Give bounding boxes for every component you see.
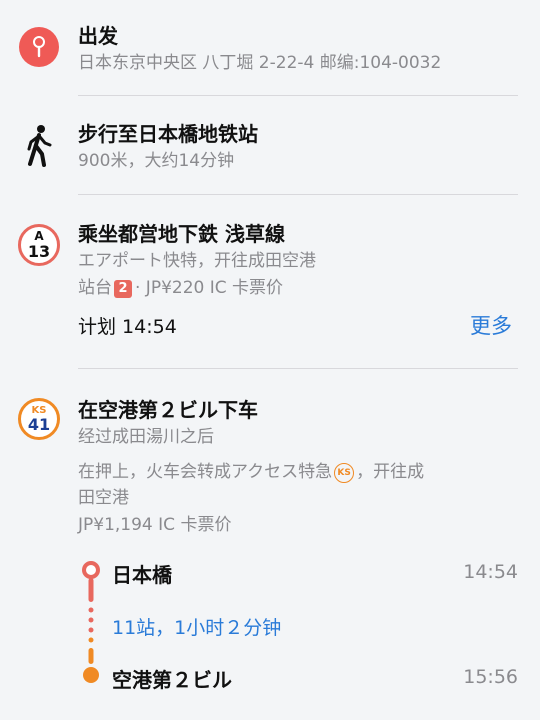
start-time: 14:54 — [463, 561, 518, 583]
walk-detail: 900米，大约14分钟 — [78, 151, 235, 171]
train-fare: · JP¥220 IC 卡票价 — [135, 278, 284, 298]
start-station: 日本橋 — [112, 563, 172, 587]
divider — [78, 95, 518, 96]
getoff-fare: JP¥1,194 IC 卡票价 — [78, 515, 232, 535]
departure-address: 日本东京中央区 八丁堀 2-22-4 邮编:104-0032 — [78, 53, 442, 73]
train-title: 乘坐都営地下鉄 浅草線 — [78, 222, 285, 246]
stops-summary-link[interactable]: 11站，1小时２分钟 — [112, 613, 281, 640]
pin-icon — [18, 26, 60, 68]
timeline-dot — [88, 637, 94, 643]
line-ks41-badge-icon: KS 41 — [18, 398, 60, 440]
line-badge-number: 13 — [27, 242, 51, 261]
ks-badge-number: 41 — [27, 415, 51, 434]
walk-title: 步行至日本橋地铁站 — [78, 122, 258, 146]
end-station: 空港第２ビル — [112, 668, 232, 692]
line-a13-badge-icon: A 13 — [18, 224, 60, 266]
train-direction: エアポート快特，开往成田空港 — [78, 251, 316, 271]
transfer-note: 在押上，火车会转成アクセス特急 KS ，开往成 — [78, 457, 424, 483]
timeline-dot — [88, 617, 94, 623]
transfer-note-part2: ，开往成 — [356, 462, 425, 482]
end-time: 15:56 — [463, 666, 518, 688]
transfer-note-part1: 在押上，火车会转成アクセス特急 — [78, 462, 333, 482]
timeline-dot — [88, 627, 94, 633]
divider — [78, 194, 518, 195]
transfer-note-line2: 田空港 — [78, 488, 129, 508]
divider — [78, 368, 518, 369]
getoff-after: 经过成田湯川之后 — [78, 427, 214, 447]
route-timeline — [82, 561, 100, 683]
start-stop-icon — [82, 561, 100, 579]
timeline-dot — [88, 607, 94, 613]
ks-inline-icon: KS — [334, 463, 355, 483]
getoff-title: 在空港第２ビル下车 — [78, 398, 258, 422]
walking-person-icon — [22, 124, 56, 168]
schedule-time: 计划 14:54 — [78, 316, 177, 338]
end-stop-icon — [83, 667, 99, 683]
platform-number-badge: 2 — [114, 280, 132, 298]
departure-title: 出发 — [78, 24, 118, 48]
platform-label: 站台 — [78, 278, 112, 298]
more-button[interactable]: 更多 — [470, 310, 512, 340]
platform-fare: 站台 2 · JP¥220 IC 卡票价 — [78, 273, 283, 298]
